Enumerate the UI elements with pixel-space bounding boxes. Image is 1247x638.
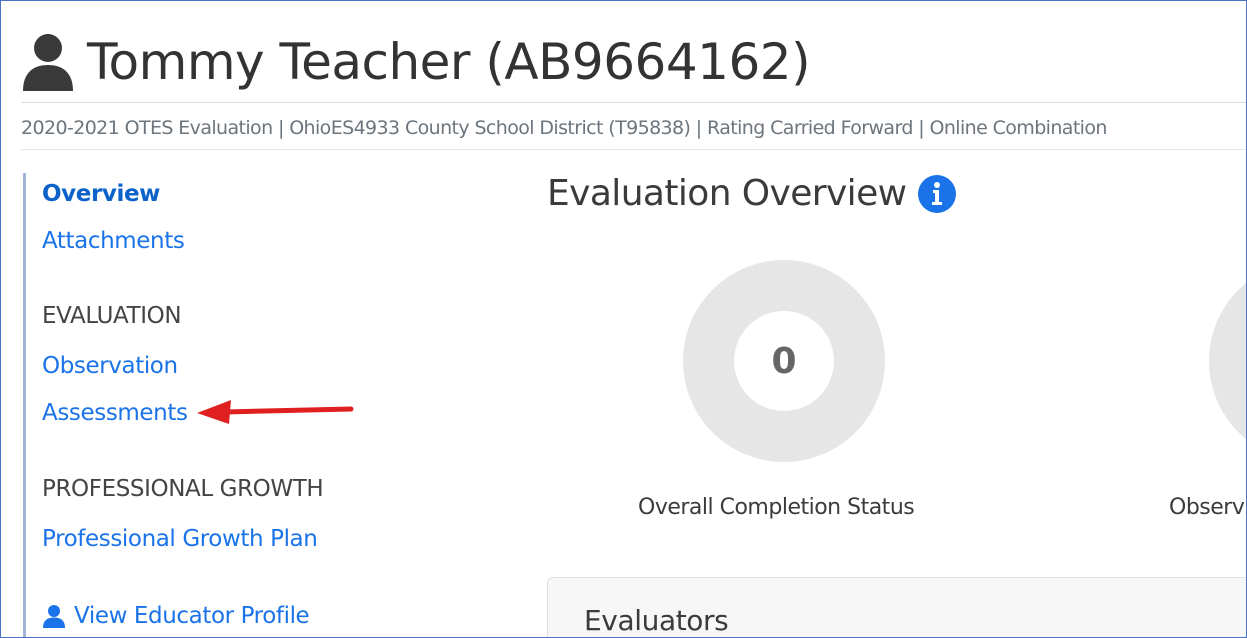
page-header: Tommy Teacher (AB9664162) <box>21 23 811 101</box>
sidebar-item-overview[interactable]: Overview <box>42 181 160 207</box>
completion-status-donut: 0 <box>683 260 885 462</box>
evaluation-overview-title: Evaluation Overview <box>547 173 907 214</box>
evaluation-overview-heading: Evaluation Overview <box>547 173 957 214</box>
sidebar-item-professional-growth-plan[interactable]: Professional Growth Plan <box>42 526 318 552</box>
sidebar-section-evaluation: EVALUATION <box>42 303 182 329</box>
observation-status-label: Observ <box>1169 495 1245 520</box>
evaluation-subtitle: 2020-2021 OTES Evaluation | OhioES4933 C… <box>21 117 1107 139</box>
annotation-arrow-icon <box>197 400 354 424</box>
sidebar-item-assessments[interactable]: Assessments <box>42 400 188 426</box>
subtitle-divider <box>21 149 1246 150</box>
evaluators-panel: Evaluators <box>547 577 1246 637</box>
user-icon <box>43 605 65 628</box>
evaluators-panel-title: Evaluators <box>584 604 729 637</box>
app-frame: Tommy Teacher (AB9664162) 2020-2021 OTES… <box>0 0 1247 638</box>
sidebar-item-observation[interactable]: Observation <box>42 353 178 379</box>
header-divider <box>21 102 1246 103</box>
info-icon[interactable] <box>918 174 957 213</box>
view-educator-profile-link[interactable]: View Educator Profile <box>42 603 310 629</box>
user-icon <box>23 34 73 91</box>
page-title: Tommy Teacher (AB9664162) <box>87 33 811 91</box>
completion-status-value: 0 <box>734 311 834 411</box>
sidebar-section-professional-growth: PROFESSIONAL GROWTH <box>42 476 324 502</box>
sidebar-item-attachments[interactable]: Attachments <box>42 228 185 254</box>
view-educator-profile-label: View Educator Profile <box>74 603 310 629</box>
completion-status-label: Overall Completion Status <box>638 495 915 520</box>
observation-status-donut <box>1209 260 1246 462</box>
